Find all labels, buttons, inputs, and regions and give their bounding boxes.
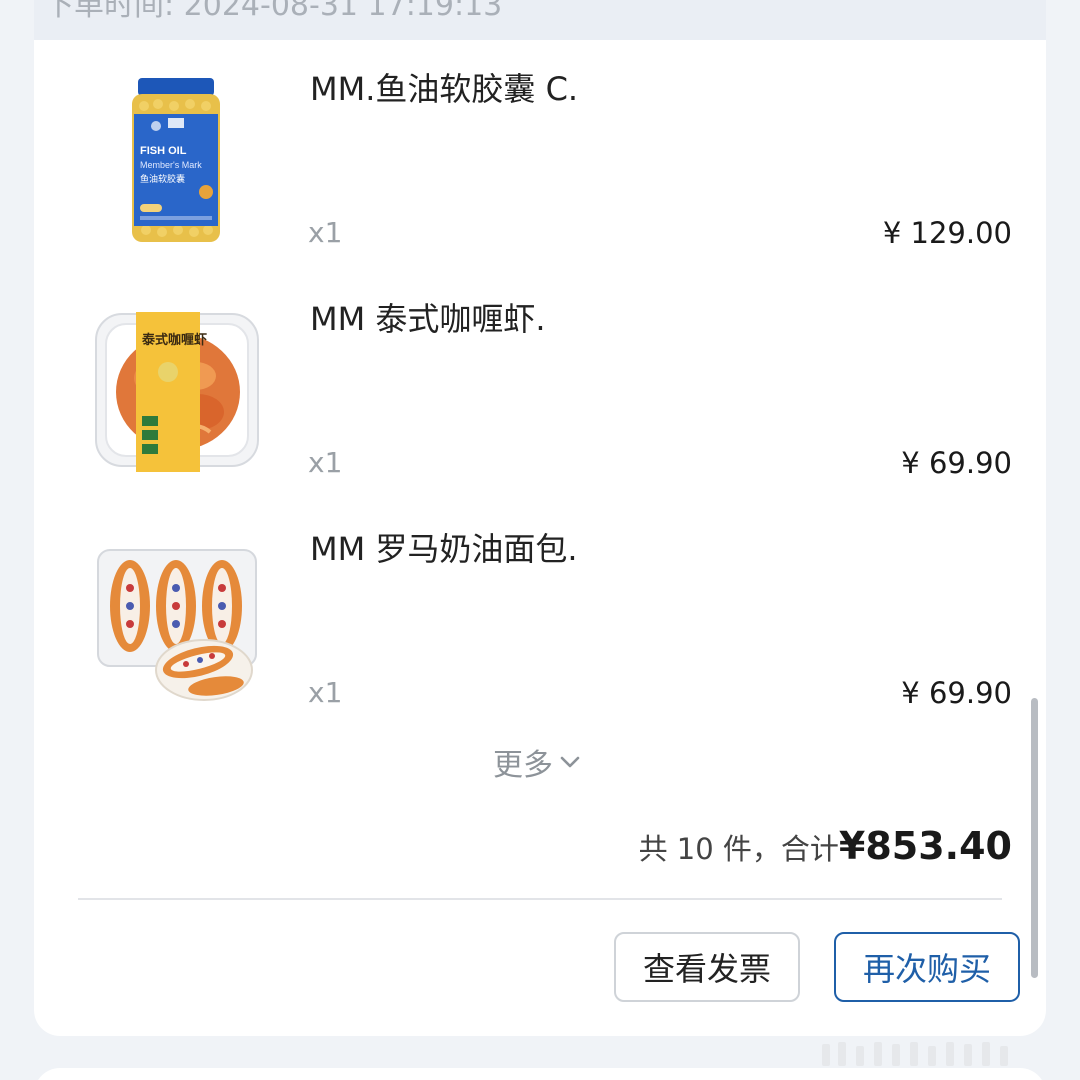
item-quantity: x1 — [308, 216, 343, 249]
more-items-button[interactable]: 更多 — [493, 740, 583, 784]
view-invoice-button[interactable]: 查看发票 — [614, 932, 800, 1002]
order-item[interactable]: FISH OIL Member's Mark 鱼油软胶囊 MM.鱼油软胶囊 C.… — [34, 64, 1046, 264]
buy-again-button[interactable]: 再次购买 — [834, 932, 1020, 1002]
more-label: 更多 — [493, 748, 553, 783]
order-detail-screen: 下单时间: 2024-08-31 17:19:13 FISH OIL Membe… — [0, 0, 1080, 1080]
bottle-label-1: FISH OIL — [140, 145, 187, 157]
divider — [78, 898, 1002, 900]
bottle-label-3: 鱼油软胶囊 — [140, 173, 185, 185]
item-price: ¥ 129.00 — [882, 216, 1012, 250]
item-name[interactable]: MM 罗马奶油面包. — [310, 524, 578, 570]
total-amount: ¥853.40 — [838, 824, 1012, 868]
curry-shrimp-box-icon: 泰式咖喱虾 — [95, 312, 259, 472]
item-count-text: 共 10 件，合计 — [638, 832, 839, 866]
bottle-label-2: Member's Mark — [140, 160, 202, 170]
chevron-down-icon — [560, 756, 580, 768]
product-image-cream-bread[interactable] — [86, 530, 266, 710]
item-quantity: x1 — [308, 446, 343, 479]
product-image-curry-shrimp[interactable]: 泰式咖喱虾 — [86, 300, 266, 480]
item-quantity: x1 — [308, 676, 343, 709]
item-name[interactable]: MM 泰式咖喱虾. — [310, 294, 546, 340]
order-card: FISH OIL Member's Mark 鱼油软胶囊 MM.鱼油软胶囊 C.… — [34, 40, 1046, 1036]
fish-oil-bottle-icon: FISH OIL Member's Mark 鱼油软胶囊 — [132, 78, 220, 242]
product-image-fish-oil[interactable]: FISH OIL Member's Mark 鱼油软胶囊 — [86, 70, 266, 250]
next-order-card — [34, 1068, 1046, 1080]
order-item[interactable]: 泰式咖喱虾 MM 泰式咖喱虾. x1 ¥ 69.90 — [34, 294, 1046, 494]
order-time: 下单时间: 2024-08-31 17:19:13 — [44, 0, 503, 23]
watermark-icon — [822, 1042, 1008, 1066]
item-name[interactable]: MM.鱼油软胶囊 C. — [310, 64, 578, 110]
item-price: ¥ 69.90 — [901, 676, 1012, 710]
scrollbar[interactable] — [1031, 698, 1038, 978]
order-total: 共 10 件，合计 ¥853.40 — [639, 824, 1012, 868]
order-item[interactable]: MM 罗马奶油面包. x1 ¥ 69.90 — [34, 524, 1046, 724]
box-label: 泰式咖喱虾 — [141, 332, 207, 348]
cream-bread-box-icon — [97, 549, 257, 701]
item-price: ¥ 69.90 — [901, 446, 1012, 480]
